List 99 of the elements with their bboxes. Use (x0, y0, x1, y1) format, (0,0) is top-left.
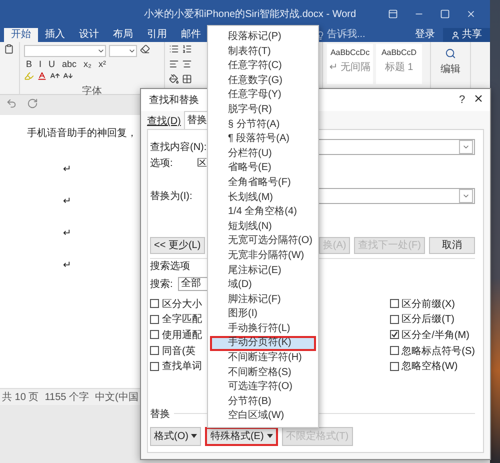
checkbox[interactable] (390, 314, 399, 324)
font-size-field[interactable] (109, 44, 137, 56)
menu-item[interactable]: 无宽可选分隔符(O) (210, 234, 316, 249)
status-item: 共 10 页 (2, 390, 39, 404)
dialog-button[interactable]: << 更少(L) (150, 236, 205, 254)
menu-item[interactable]: 省略号(E) (210, 161, 316, 176)
checkbox[interactable] (390, 346, 399, 356)
format-button[interactable]: I (37, 59, 44, 69)
ribbon-tab[interactable]: 邮件 (174, 28, 208, 42)
paragraph-mark: ↵ (63, 196, 72, 208)
menu-item[interactable]: 分节符(B) (210, 394, 316, 410)
checkbox-label: 忽略标点符号(S) (402, 344, 475, 358)
menu-item[interactable]: 短划线(N) (210, 220, 316, 234)
caret-icon (462, 143, 470, 151)
checkbox-label: 全字匹配 (162, 312, 202, 326)
menu-item[interactable]: 分栏符(U) (210, 146, 316, 162)
format-button[interactable]: 特殊格式(E) (205, 426, 278, 446)
status-item: 中文(中国 (94, 390, 138, 404)
paragraph-mark: ↵ (63, 260, 72, 272)
user-icon (451, 30, 460, 40)
menu-item[interactable]: 手动换行符(L) (210, 322, 316, 336)
ribbon-tab[interactable]: 开始 (4, 28, 38, 42)
menu-item[interactable]: 域(D) (210, 278, 316, 293)
format-button[interactable]: U (46, 59, 58, 69)
menu-item[interactable]: 无宽非分隔符(W) (210, 248, 316, 264)
section-label: 替换 (150, 408, 170, 421)
ribbon-tab[interactable]: 设计 (72, 28, 106, 42)
paragraph-mark: ↵ (63, 164, 72, 176)
menu-item[interactable]: 长划线(M) (210, 190, 316, 206)
style-tile[interactable]: AaBbCcD 标题 1 (376, 44, 422, 84)
menu-item[interactable]: 尾注标记(E) (210, 264, 316, 278)
menu-item[interactable]: 任意字符(C) (210, 59, 316, 74)
document-text: 手机语音助手的神回复， (27, 128, 137, 140)
dialog-tab[interactable]: 查找(D) (144, 113, 184, 129)
replace-label: 替换为(I): (150, 190, 194, 203)
dialog-tab[interactable]: 替换 (184, 111, 210, 129)
options-label: 选项: (150, 156, 174, 170)
format-button[interactable]: x² (96, 59, 108, 69)
window-title: 小米的小爱和iPhone的Siri智能对战.docx - Word (142, 8, 358, 21)
checkbox-label: 忽略空格(W) (402, 360, 458, 374)
checkbox[interactable] (390, 299, 399, 308)
caret-icon (266, 434, 273, 438)
find-label: 查找内容(N): (150, 140, 208, 154)
help-button[interactable]: ? (451, 94, 473, 106)
ribbon-tab[interactable]: 布局 (106, 28, 140, 42)
menu-item[interactable]: 不间断空格(S) (210, 366, 316, 380)
checkbox[interactable] (390, 362, 399, 371)
menu-item[interactable]: 手动分页符(K) (210, 336, 316, 352)
checkbox[interactable] (150, 314, 159, 324)
menu-item[interactable]: 全角省略号(F) (210, 176, 316, 191)
checkbox[interactable] (150, 346, 159, 356)
search-label: 搜索: (150, 278, 174, 291)
style-tile[interactable]: AaBbCcDc ↵ 无间隔 (327, 44, 373, 84)
menu-item[interactable]: 空白区域(W) (210, 409, 316, 424)
options-value: 区 (197, 157, 207, 170)
checkbox-label: 区分后缀(T) (402, 312, 454, 326)
status-item: 1155 个字 (44, 390, 89, 404)
format-button[interactable]: 格式(O) (150, 426, 202, 446)
section-label: 搜索选项 (150, 261, 190, 273)
checkbox-label: 同音(英 (162, 344, 196, 358)
menu-item[interactable]: 任意字母(Y) (210, 88, 316, 103)
menu-item[interactable]: 可选连字符(O) (210, 380, 316, 395)
caret-icon (191, 434, 198, 438)
share-button[interactable]: 共享 (443, 28, 490, 42)
format-button[interactable]: B (24, 59, 34, 69)
checkbox[interactable] (150, 330, 159, 340)
menu-item[interactable]: 任意数字(G) (210, 74, 316, 88)
checkbox-label: 区分大小 (162, 298, 202, 311)
editing-button[interactable]: 编辑 (435, 44, 466, 76)
caret-icon (462, 192, 470, 200)
ribbon-tab[interactable]: 插入 (38, 28, 72, 42)
format-button[interactable]: x₂ (82, 59, 94, 69)
login-link[interactable]: 登录 (407, 28, 443, 42)
menu-item[interactable]: 段落标记(P) (210, 30, 316, 45)
menu-item[interactable]: 1/4 全角空格(4) (210, 205, 316, 220)
menu-item[interactable]: 不间断连字符(H) (210, 351, 316, 366)
lightbulb-icon (316, 30, 325, 40)
ribbon-tab[interactable]: 引用 (140, 28, 174, 42)
menu-item[interactable]: 图形(I) (210, 307, 316, 322)
checkbox-label: 区分全/半角(M) (402, 328, 470, 342)
checkbox-label: 使用通配 (162, 328, 202, 342)
menu-item[interactable]: ¶ 段落符号(A) (210, 132, 316, 147)
tell-me-search[interactable]: 告诉我... (316, 28, 366, 42)
dialog-title: 查找和替换 (149, 94, 199, 107)
checkbox-label: 查找单词 (162, 360, 202, 374)
menu-item[interactable]: 脚注标记(F) (210, 292, 316, 308)
checkbox[interactable] (150, 362, 159, 371)
paragraph-mark: ↵ (63, 228, 72, 240)
search-icon (445, 48, 456, 59)
menu-item[interactable]: § 分节符(A) (210, 118, 316, 132)
checkbox[interactable] (150, 299, 159, 308)
font-name-field[interactable] (24, 44, 106, 56)
format-button[interactable]: abc (60, 59, 79, 69)
checkbox[interactable] (390, 330, 399, 340)
dialog-button[interactable]: 取消 (429, 236, 475, 254)
group-label: 字体 (81, 86, 103, 97)
checkbox-label: 区分前缀(X) (402, 298, 455, 311)
menu-item[interactable]: 脱字号(R) (210, 102, 316, 118)
menu-item[interactable]: 制表符(T) (210, 44, 316, 60)
